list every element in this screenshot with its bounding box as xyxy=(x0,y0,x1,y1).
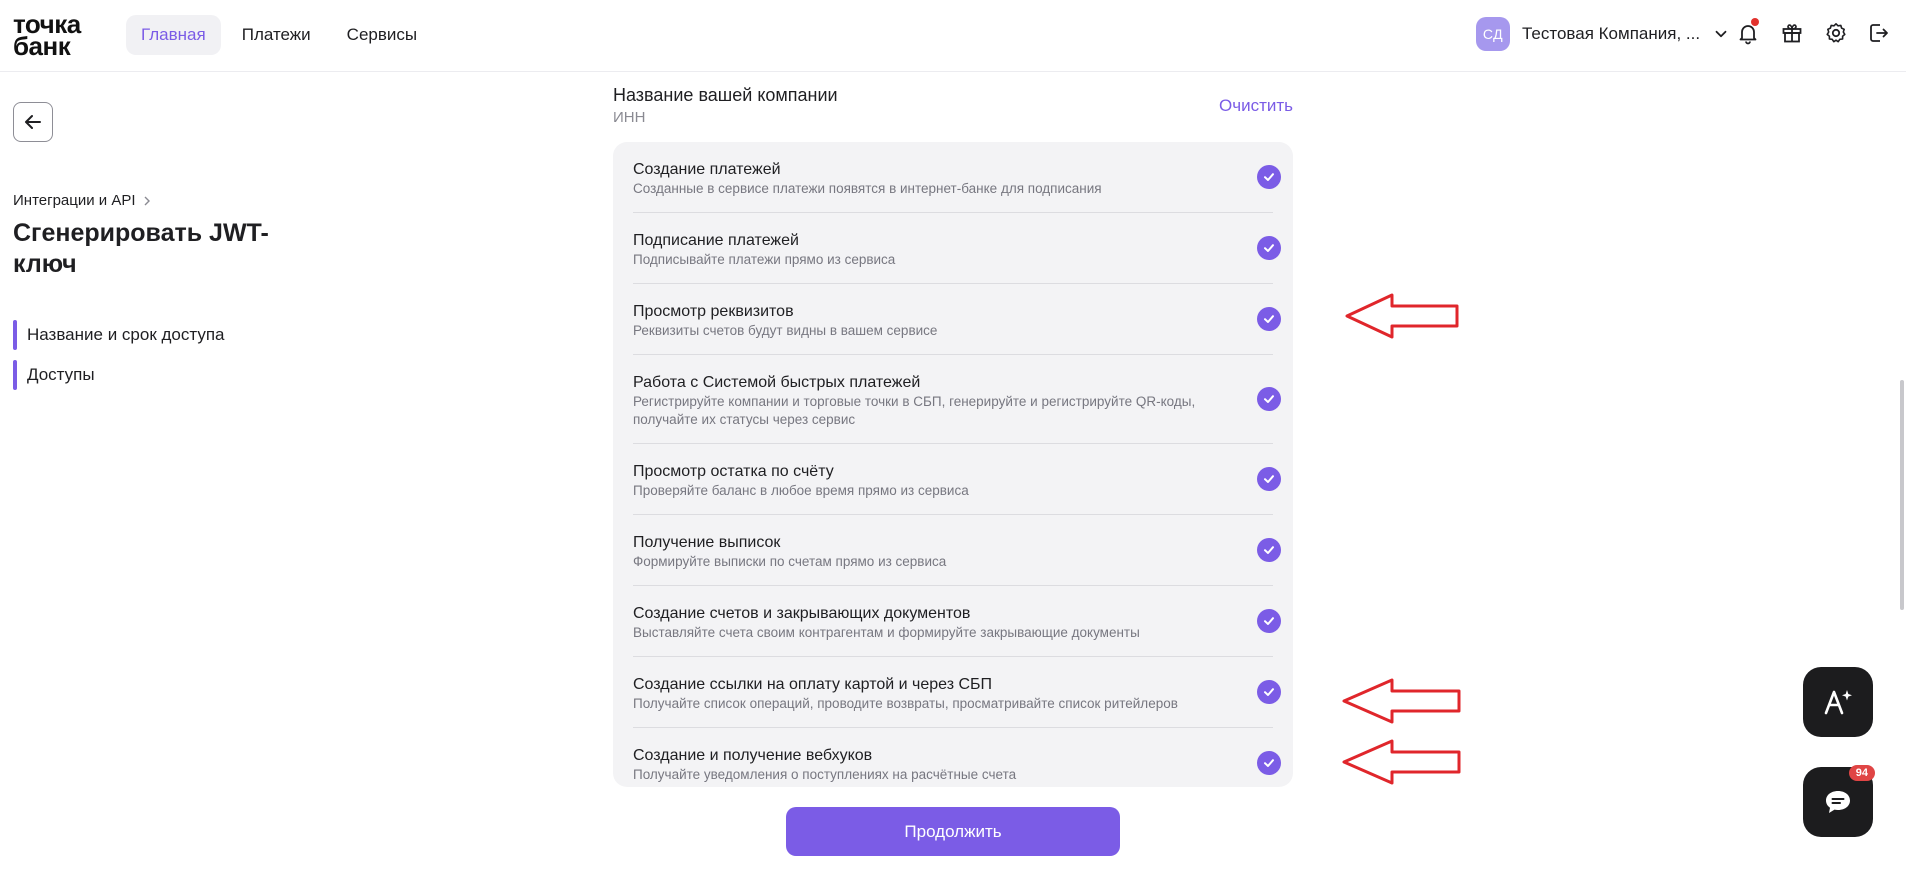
annotation-arrow-icon xyxy=(1342,739,1461,785)
permission-description: Созданные в сервисе платежи появятся в и… xyxy=(633,181,1102,196)
checkmark-icon xyxy=(1264,475,1274,483)
permission-row[interactable]: Подписание платежей Подписывайте платежи … xyxy=(633,213,1281,284)
permission-description: Реквизиты счетов будут видны в вашем сер… xyxy=(633,323,938,338)
nav-item-services[interactable]: Сервисы xyxy=(332,15,432,55)
permission-title: Работа с Системой быстрых платежей xyxy=(633,374,921,391)
step-list: Название и срок доступа Доступы xyxy=(13,320,225,400)
logout-button[interactable] xyxy=(1864,18,1894,48)
checkbox-checked[interactable] xyxy=(1257,538,1281,562)
permission-description: Получайте уведомления о поступлениях на … xyxy=(633,767,1017,782)
annotation-arrow-icon xyxy=(1345,293,1459,339)
clear-button[interactable]: Очистить xyxy=(1219,96,1293,116)
gift-icon xyxy=(1782,24,1802,43)
permission-description: Формируйте выписки по счетам прямо из се… xyxy=(633,554,947,569)
permission-description: Подписывайте платежи прямо из сервиса xyxy=(633,252,896,267)
gift-button[interactable] xyxy=(1777,18,1807,48)
step-indicator xyxy=(13,320,17,350)
notification-dot xyxy=(1751,18,1759,26)
step-label: Доступы xyxy=(27,365,95,384)
avatar: СД xyxy=(1476,17,1510,51)
ai-sparkle-icon xyxy=(1824,690,1852,715)
nav-item-payments[interactable]: Платежи xyxy=(227,15,326,55)
scrollbar[interactable] xyxy=(1900,380,1904,610)
arrow-left-icon xyxy=(25,115,41,129)
company-name: Тестовая Компания, ... xyxy=(1522,24,1701,43)
nav-item-home[interactable]: Главная xyxy=(126,15,221,55)
ai-assistant-button[interactable] xyxy=(1803,667,1873,737)
main-nav: Главная Платежи Сервисы xyxy=(126,15,432,55)
permission-row[interactable]: Создание платежей Созданные в сервисе пла… xyxy=(633,142,1281,213)
checkbox-checked[interactable] xyxy=(1257,236,1281,260)
permission-row[interactable]: Создание счетов и закрывающих документов… xyxy=(633,586,1281,657)
company-inn: ИНН xyxy=(613,109,646,126)
checkbox-checked[interactable] xyxy=(1257,751,1281,775)
step-label: Название и срок доступа xyxy=(27,325,225,344)
tochka-bank-logo[interactable]: точка банк xyxy=(13,11,81,59)
top-header: точка банк Главная Платежи Сервисы СД Те… xyxy=(0,0,1906,72)
gear-icon xyxy=(1826,23,1846,43)
checkbox-checked[interactable] xyxy=(1257,165,1281,189)
company-switcher[interactable]: СД Тестовая Компания, ... xyxy=(1476,17,1730,51)
checkbox-checked[interactable] xyxy=(1257,680,1281,704)
permission-description: Регистрируйте компании и торговые точки … xyxy=(633,394,1196,427)
permission-row[interactable]: Получение выписок Формируйте выписки по с… xyxy=(633,515,1281,586)
checkmark-icon xyxy=(1264,395,1274,403)
checkmark-icon xyxy=(1264,546,1274,554)
permissions-list: Создание платежей Созданные в сервисе пла… xyxy=(613,142,1293,787)
checkbox-checked[interactable] xyxy=(1257,467,1281,491)
permission-description: Получайте список операций, проводите воз… xyxy=(633,696,1178,711)
back-button[interactable] xyxy=(13,102,53,142)
checkmark-icon xyxy=(1264,688,1274,696)
company-name-label: Название вашей компании xyxy=(613,85,838,105)
permission-title: Создание и получение вебхуков xyxy=(633,747,873,764)
annotation-arrow-icon xyxy=(1342,678,1461,724)
checkmark-icon xyxy=(1264,759,1274,767)
permission-row[interactable]: Создание и получение вебхуков Получайте у… xyxy=(633,728,1281,787)
breadcrumb[interactable]: Интеграции и API xyxy=(13,192,152,209)
permission-title: Получение выписок xyxy=(633,534,781,551)
permission-description: Выставляйте счета своим контрагентам и ф… xyxy=(633,625,1140,640)
notifications-button[interactable] xyxy=(1733,18,1763,48)
checkbox-checked[interactable] xyxy=(1257,609,1281,633)
checkmark-icon xyxy=(1264,315,1274,323)
chat-icon xyxy=(1826,791,1850,813)
step-name-and-term[interactable]: Название и срок доступа xyxy=(13,320,225,350)
permission-row[interactable]: Просмотр реквизитов Реквизиты счетов буду… xyxy=(633,284,1281,355)
permission-title: Создание платежей xyxy=(633,161,781,178)
permission-title: Создание счетов и закрывающих документов xyxy=(633,605,971,622)
checkbox-checked[interactable] xyxy=(1257,387,1281,411)
step-accesses[interactable]: Доступы xyxy=(13,360,225,390)
checkbox-checked[interactable] xyxy=(1257,307,1281,331)
breadcrumb-link[interactable]: Интеграции и API xyxy=(13,192,136,209)
continue-button[interactable]: Продолжить xyxy=(786,807,1120,856)
checkmark-icon xyxy=(1264,617,1274,625)
permission-title: Просмотр остатка по счёту xyxy=(633,463,834,480)
permission-row[interactable]: Просмотр остатка по счёту Проверяйте бала… xyxy=(633,444,1281,515)
chevron-down-icon xyxy=(1715,30,1727,38)
page-title: Сгенерировать JWT-ключ xyxy=(13,219,269,278)
step-indicator xyxy=(13,360,17,390)
checkmark-icon xyxy=(1264,244,1274,252)
settings-button[interactable] xyxy=(1821,18,1851,48)
chat-unread-badge: 94 xyxy=(1848,765,1875,781)
permission-description: Проверяйте баланс в любое время прямо из… xyxy=(633,483,969,498)
permission-row[interactable]: Создание ссылки на оплату картой и через… xyxy=(633,657,1281,728)
chat-button[interactable]: 94 xyxy=(1803,765,1875,837)
permission-title: Подписание платежей xyxy=(633,232,799,249)
permission-row[interactable]: Работа с Системой быстрых платежей Регист… xyxy=(633,355,1281,444)
checkmark-icon xyxy=(1264,173,1274,181)
logout-icon xyxy=(1870,24,1888,42)
chevron-right-icon xyxy=(144,196,150,205)
permission-title: Создание ссылки на оплату картой и через… xyxy=(633,676,993,693)
permission-title: Просмотр реквизитов xyxy=(633,303,794,320)
